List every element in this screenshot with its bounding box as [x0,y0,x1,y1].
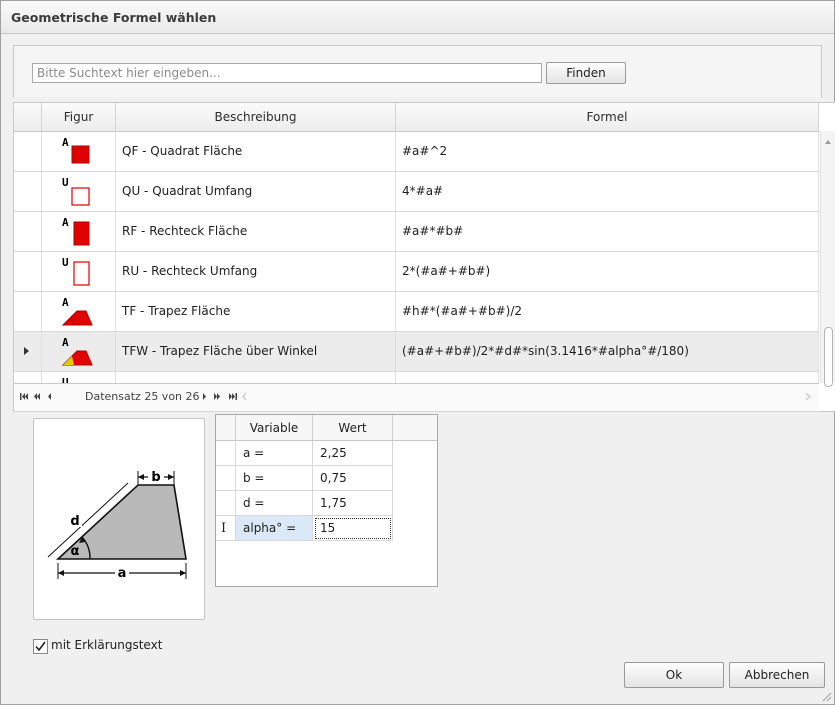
dialog-title: Geometrische Formel wählen [11,10,217,25]
header-beschreibung[interactable]: Beschreibung [116,103,396,131]
figure-letter: A [62,296,69,309]
rect-outline-icon: U [62,256,90,286]
record-navigator: Datensatz 25 von 26 [14,383,819,411]
resize-grip-icon[interactable] [820,690,832,702]
variable-row-indicator[interactable] [216,491,236,516]
search-bar: Finden [13,45,822,98]
figure-letter: A [62,336,69,349]
formula-cell[interactable]: #a#*#b# [396,212,819,251]
description-cell[interactable]: RU - Rechteck Umfang [116,252,396,291]
table-row[interactable]: A QF - Quadrat Fläche #a#^2 [14,132,819,172]
description-cell[interactable]: QF - Quadrat Fläche [116,132,396,171]
row-indicator[interactable] [14,212,42,251]
figure-cell[interactable]: A [42,132,116,171]
text-cursor-icon: I [221,521,227,536]
variable-value-cell[interactable]: 0,75 [313,466,393,491]
figure-cell[interactable]: A [42,332,116,371]
header-indicator [14,103,42,131]
figure-letter: U [62,256,69,269]
title-bar: Geometrische Formel wählen [1,1,834,34]
grid-header: Figur Beschreibung Formel [14,103,819,132]
label-a: a [118,566,127,581]
square-filled-icon: A [62,136,90,164]
figure-cell[interactable]: A [42,212,116,251]
row-indicator[interactable] [14,172,42,211]
label-alpha: α [71,544,80,559]
variable-value-cell[interactable]: 2,25 [313,441,393,466]
formula-cell[interactable]: (#a#+#b#)/2*#d#*sin(3.1416*#alpha°#/180) [396,332,819,371]
table-row[interactable]: U RU - Rechteck Umfang 2*(#a#+#b#) [14,252,819,292]
description-cell[interactable]: RF - Rechteck Fläche [116,212,396,251]
vertical-scrollbar[interactable] [820,131,835,387]
current-row-icon [24,347,29,355]
explanation-label[interactable]: mit Erklärungstext [51,638,162,652]
variables-header-wert[interactable]: Wert [313,415,393,441]
description-cell[interactable]: TFW - Trapez Fläche über Winkel [116,332,396,371]
variable-name-cell[interactable]: b = [236,466,313,491]
cancel-button[interactable]: Abbrechen [729,662,825,688]
trapezoid-diagram: b d α a [47,469,187,581]
variable-name-cell[interactable]: d = [236,491,313,516]
description-cell[interactable]: TF - Trapez Fläche [116,292,396,331]
figure-letter: U [62,176,69,189]
variable-value-cell[interactable]: 1,75 [313,491,393,516]
row-indicator[interactable] [14,332,42,371]
variables-grid: Variable Wert a = 2,25 b = 0,75 d = 1,75 Ialph… [215,414,438,587]
formula-grid: Figur Beschreibung Formel A QF - Quadrat … [13,102,835,412]
nav-forward-icons[interactable] [201,390,291,404]
table-row[interactable]: A TFW - Trapez Fläche über Winkel (#a#+#b#… [14,332,819,372]
find-button[interactable]: Finden [546,62,626,84]
variable-row-indicator[interactable]: I [216,516,236,541]
explanation-checkbox[interactable] [33,639,48,654]
formula-cell[interactable]: #a#^2 [396,132,819,171]
figure-cell[interactable]: U [42,172,116,211]
header-formel[interactable]: Formel [396,103,819,131]
variable-value-cell[interactable]: 15 [313,516,393,541]
checkmark-icon [35,641,46,652]
detail-area: b d α a Variable Wert a = 2,25 b = 0,75 … [13,410,834,620]
figure-preview: b d α a [33,418,205,620]
table-row[interactable]: U QU - Quadrat Umfang 4*#a# [14,172,819,212]
trapezoid-angle-icon: A [61,336,93,366]
description-cell[interactable]: QU - Quadrat Umfang [116,172,396,211]
trapezoid-filled-icon: A [61,296,93,326]
formula-dialog: Geometrische Formel wählen Finden Figur … [0,0,835,705]
variable-name-cell[interactable]: a = [236,441,313,466]
header-figur[interactable]: Figur [42,103,116,131]
row-indicator[interactable] [14,132,42,171]
variable-row-indicator[interactable] [216,466,236,491]
ok-button[interactable]: Ok [624,662,724,688]
variable-row-indicator[interactable] [216,441,236,466]
scroll-thumb[interactable] [824,327,833,387]
record-counter: Datensatz 25 von 26 [85,390,200,403]
formula-cell[interactable]: #h#*(#a#+#b#)/2 [396,292,819,331]
search-input[interactable] [32,63,542,83]
table-row[interactable]: A RF - Rechteck Fläche #a#*#b# [14,212,819,252]
figure-cell[interactable]: U [42,252,116,291]
figure-cell[interactable]: A [42,292,116,331]
hscroll-right-icon[interactable] [804,390,814,404]
label-d: d [70,514,79,529]
table-row[interactable]: A TF - Trapez Fläche #h#*(#a#+#b#)/2 [14,292,819,332]
row-indicator[interactable] [14,292,42,331]
figure-letter: A [62,136,69,149]
variable-name-cell[interactable]: alpha° = [236,516,313,541]
figure-letter: A [62,216,69,229]
label-b: b [151,470,160,485]
formula-cell[interactable]: 4*#a# [396,172,819,211]
row-indicator[interactable] [14,252,42,291]
variables-header-filler [393,415,437,441]
variables-header-indicator [216,415,236,441]
formula-cell[interactable]: 2*(#a#+#b#) [396,252,819,291]
nav-back-icons[interactable] [20,390,90,404]
variables-header-variable[interactable]: Variable [236,415,313,441]
rect-filled-icon: A [62,216,90,246]
square-outline-icon: U [62,176,90,206]
